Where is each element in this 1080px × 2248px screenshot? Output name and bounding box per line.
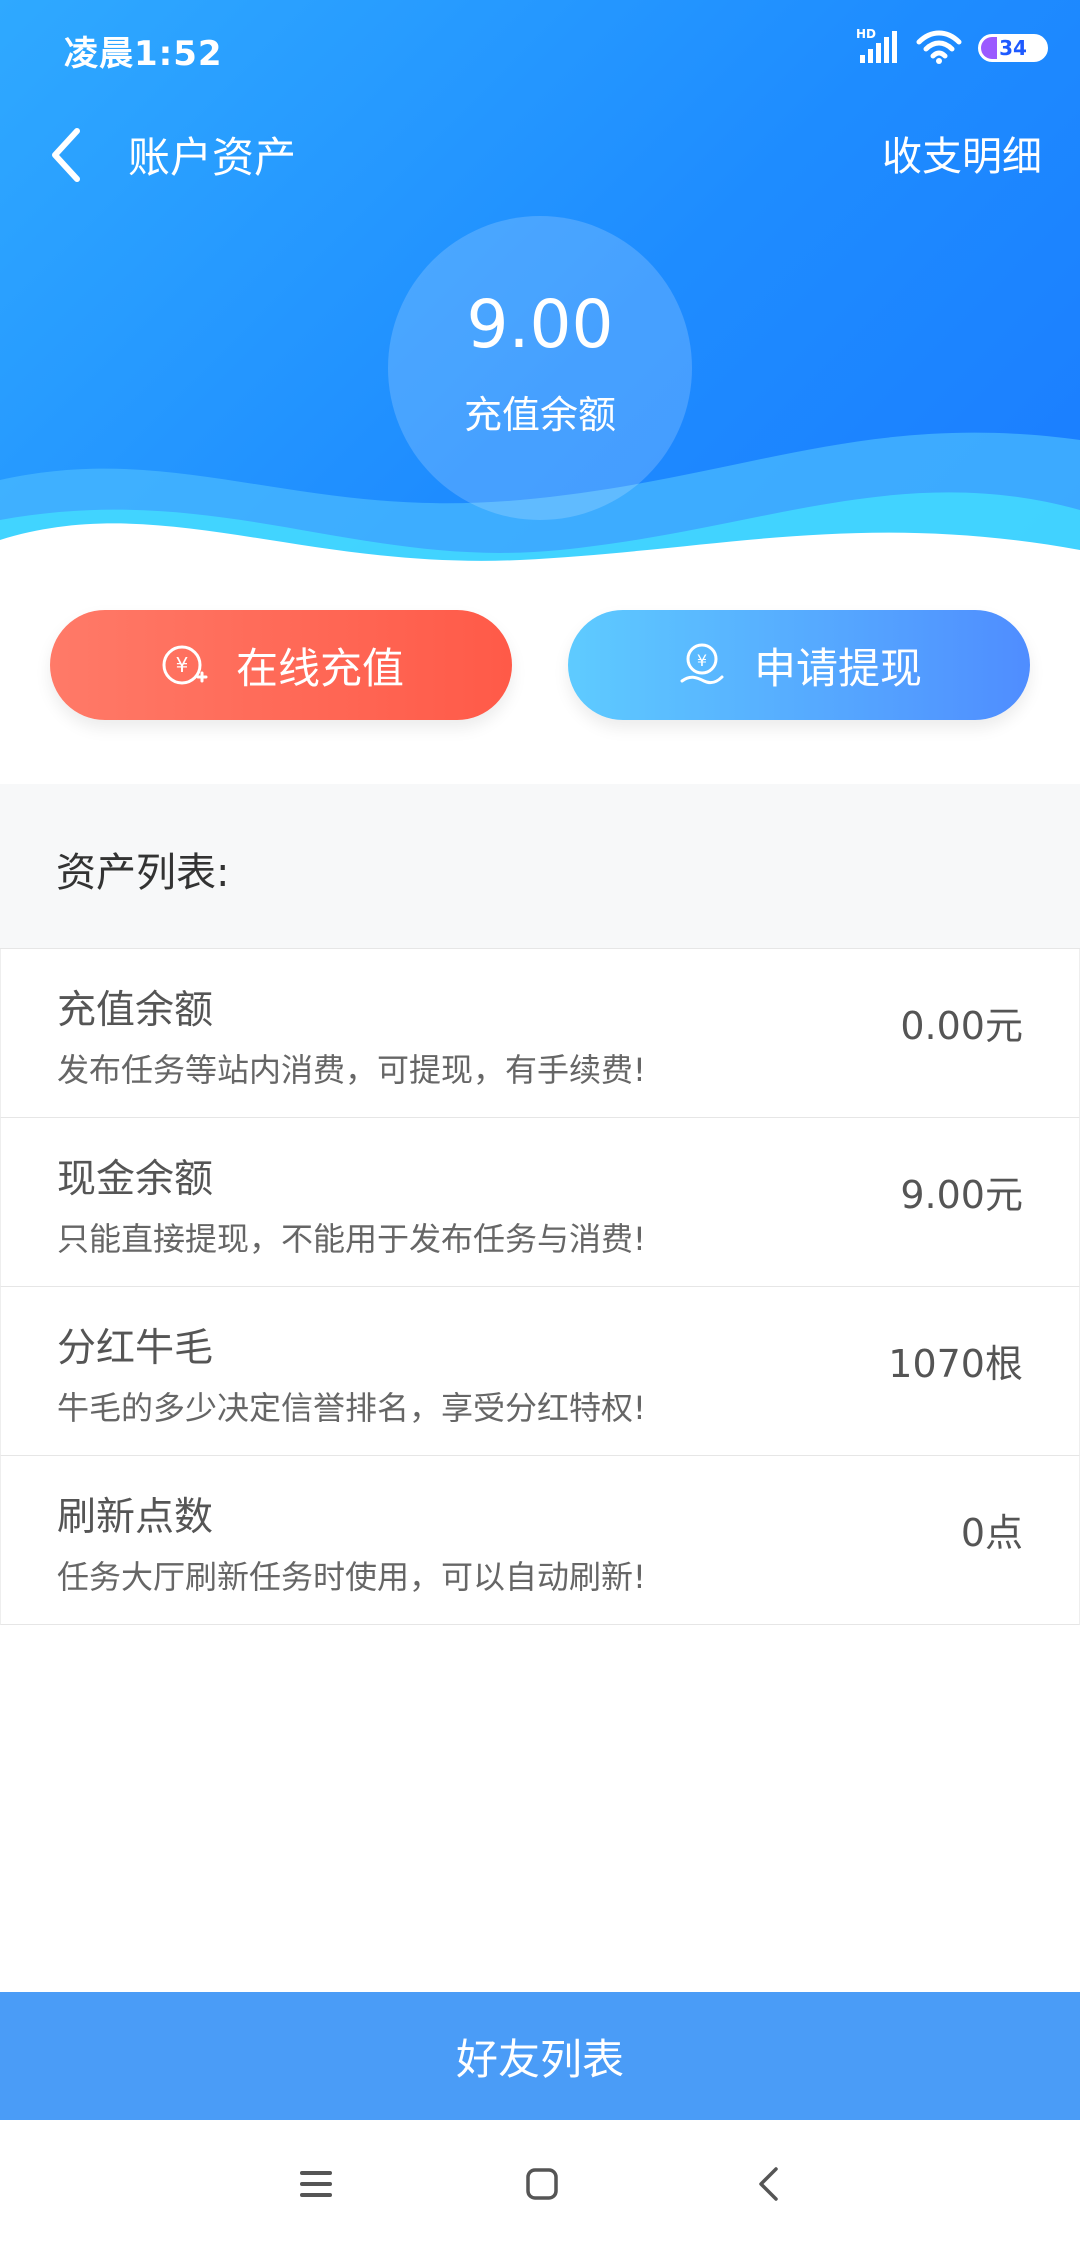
- home-square-icon: [526, 2168, 558, 2200]
- top-nav: 账户资产 收支明细: [0, 110, 1080, 200]
- asset-row-recharge-balance: 充值余额 发布任务等站内消费，可提现，有手续费! 0.00元: [0, 949, 1080, 1118]
- asset-list: 充值余额 发布任务等站内消费，可提现，有手续费! 0.00元 现金余额 只能直接…: [0, 948, 1080, 1625]
- yuan-coin-icon: ¥: [162, 645, 208, 685]
- signal-icon: HD: [856, 27, 900, 65]
- asset-row-refresh-points: 刷新点数 任务大厅刷新任务时使用，可以自动刷新! 0点: [0, 1456, 1080, 1625]
- asset-value: 0点: [960, 1511, 1023, 1555]
- chevron-left-icon: [52, 128, 80, 182]
- asset-name: 分红牛毛: [57, 1326, 214, 1371]
- balance-amount: 9.00: [466, 285, 614, 363]
- asset-value: 1070根: [888, 1342, 1023, 1386]
- transaction-details-link[interactable]: 收支明细: [882, 124, 1042, 182]
- back-arrow-icon: [759, 2167, 778, 2201]
- svg-text:¥: ¥: [176, 653, 189, 677]
- apply-withdraw-label: 申请提现: [753, 643, 922, 693]
- page-title: 账户资产: [128, 133, 297, 182]
- online-recharge-button[interactable]: ¥ 在线充值: [50, 610, 512, 720]
- asset-name: 充值余额: [57, 988, 214, 1033]
- asset-description: 牛毛的多少决定信誉排名，享受分红特权!: [57, 1389, 646, 1427]
- friends-list-label: 好友列表: [455, 2034, 624, 2084]
- asset-name: 现金余额: [57, 1157, 214, 1202]
- battery-icon: 34: [978, 34, 1048, 62]
- balance-label: 充值余额: [463, 392, 616, 437]
- menu-icon: [300, 2171, 332, 2197]
- asset-description: 发布任务等站内消费，可提现，有手续费!: [57, 1051, 646, 1089]
- asset-row-cash-balance: 现金余额 只能直接提现，不能用于发布任务与消费! 9.00元: [0, 1118, 1080, 1287]
- system-back-button[interactable]: [738, 2156, 798, 2212]
- recent-apps-button[interactable]: [286, 2156, 346, 2212]
- asset-value: 9.00元: [900, 1173, 1023, 1217]
- asset-value: 0.00元: [900, 1004, 1023, 1048]
- friends-list-button[interactable]: 好友列表: [0, 1992, 1080, 2120]
- system-navigation-bar: [0, 2120, 1080, 2248]
- asset-description: 只能直接提现，不能用于发布任务与消费!: [57, 1220, 646, 1258]
- asset-description: 任务大厅刷新任务时使用，可以自动刷新!: [57, 1558, 646, 1596]
- asset-row-dividend-points: 分红牛毛 牛毛的多少决定信誉排名，享受分红特权! 1070根: [0, 1287, 1080, 1456]
- back-button[interactable]: [30, 120, 100, 190]
- status-time: 凌晨1:52: [64, 34, 223, 74]
- status-bar: 凌晨1:52 HD 34: [0, 0, 1080, 96]
- home-button[interactable]: [512, 2156, 572, 2212]
- asset-list-title: 资产列表:: [56, 850, 230, 896]
- online-recharge-label: 在线充值: [235, 643, 404, 693]
- wifi-icon: [916, 30, 962, 64]
- balance-display: 9.00 充值余额: [388, 216, 692, 520]
- hand-coin-icon: ¥: [680, 643, 724, 685]
- svg-text:¥: ¥: [697, 651, 707, 670]
- apply-withdraw-button[interactable]: ¥ 申请提现: [568, 610, 1030, 720]
- asset-name: 刷新点数: [57, 1495, 214, 1540]
- hd-label: HD: [856, 27, 877, 41]
- asset-list-header: 资产列表:: [0, 784, 1080, 948]
- account-assets-screen: 凌晨1:52 HD 34 账户资产 收支明细 9.00 充值余额 ¥ 在线充值 …: [0, 0, 1080, 2248]
- status-icons: HD 34: [856, 27, 1048, 68]
- battery-level: 34: [999, 36, 1027, 60]
